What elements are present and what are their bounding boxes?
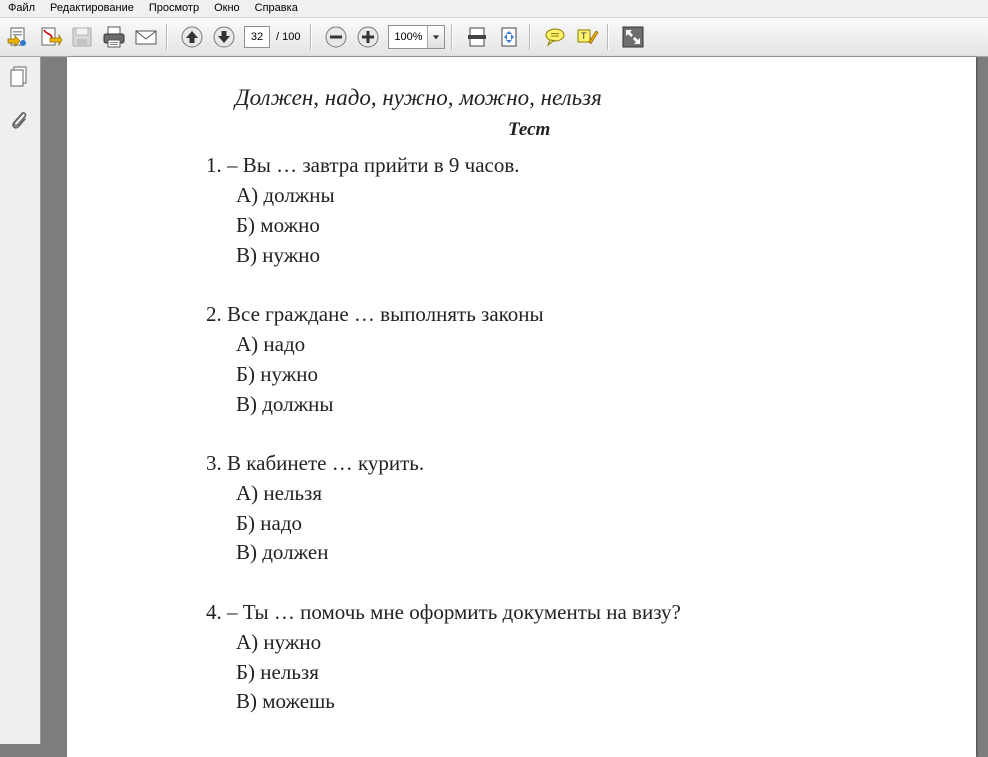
menu-edit[interactable]: Редактирование [42, 0, 141, 17]
fullscreen-icon [621, 25, 645, 49]
previous-page-button[interactable] [178, 23, 206, 51]
fullscreen-button[interactable] [619, 23, 647, 51]
document-subtitle: Тест [508, 119, 551, 140]
answer-option: А) нужно [236, 630, 322, 654]
export-button[interactable] [36, 23, 64, 51]
page-total: / 100 [276, 31, 301, 43]
answer-option: В) можешь [236, 689, 335, 713]
answer-option: А) надо [236, 332, 306, 356]
document-area[interactable]: Должен, надо, нужно, можно, нельзя Тест … [41, 57, 988, 757]
answer-option: В) должен [236, 540, 329, 564]
question-text: 2. Все граждане … выполнять законы [206, 302, 544, 326]
menu-bar: Файл Редактирование Просмотр Окно Справк… [0, 0, 988, 18]
page-number-input[interactable] [244, 26, 270, 48]
comment-button[interactable] [541, 23, 569, 51]
plus-icon [356, 25, 380, 49]
email-icon [134, 25, 158, 49]
next-page-button[interactable] [210, 23, 238, 51]
toolbar: / 100 100% T [0, 18, 988, 57]
toolbar-separator [166, 24, 168, 50]
answer-option: В) нужно [236, 243, 320, 267]
fit-width-icon [497, 25, 521, 49]
fit-width-button[interactable] [495, 23, 523, 51]
pages-panel-button[interactable] [8, 65, 30, 89]
zoom-value[interactable]: 100% [389, 31, 427, 43]
answer-option: Б) можно [236, 213, 320, 237]
document-title: Должен, надо, нужно, можно, нельзя [235, 85, 602, 110]
toolbar-separator [451, 24, 454, 50]
highlight-button[interactable]: T [573, 23, 601, 51]
attachments-panel-button[interactable] [8, 107, 30, 131]
fit-page-button[interactable] [463, 23, 491, 51]
svg-text:T: T [581, 31, 587, 41]
zoom-dropdown-button[interactable] [427, 26, 445, 48]
menu-file[interactable]: Файл [0, 0, 42, 17]
zoom-out-button[interactable] [322, 23, 350, 51]
answer-option: Б) нужно [236, 362, 319, 386]
arrow-down-icon [212, 25, 236, 49]
create-pdf-icon [6, 25, 30, 49]
minus-icon [324, 25, 348, 49]
comment-icon [543, 25, 567, 49]
save-button[interactable] [68, 23, 96, 51]
answer-option: Б) надо [236, 511, 303, 535]
create-pdf-button[interactable] [4, 23, 32, 51]
toolbar-separator [529, 24, 532, 50]
highlight-icon: T [575, 25, 599, 49]
menu-view[interactable]: Просмотр [141, 0, 206, 17]
print-button[interactable] [100, 23, 128, 51]
fit-page-icon [465, 25, 489, 49]
export-icon [38, 25, 62, 49]
toolbar-separator [607, 24, 610, 50]
navigation-panel [0, 57, 41, 744]
question-text: 3. В кабинете … курить. [206, 451, 425, 475]
pages-icon [8, 66, 30, 93]
zoom-in-button[interactable] [354, 23, 382, 51]
answer-option: В) должны [236, 392, 334, 416]
answer-option: А) должны [236, 183, 335, 207]
answer-option: Б) нельзя [236, 660, 319, 684]
question-text: 4. – Ты … помочь мне оформить документы … [206, 600, 681, 624]
save-icon [70, 25, 94, 49]
email-button[interactable] [132, 23, 160, 51]
menu-window[interactable]: Окно [206, 0, 247, 17]
menu-help[interactable]: Справка [247, 0, 305, 17]
arrow-up-icon [180, 25, 204, 49]
question-text: 1. – Вы … завтра прийти в 9 часов. [206, 153, 520, 177]
chevron-down-icon [433, 35, 440, 40]
toolbar-separator [310, 24, 313, 50]
paperclip-icon [8, 112, 30, 135]
print-icon [102, 25, 126, 49]
document-page: Должен, надо, нужно, можно, нельзя Тест … [67, 57, 976, 757]
answer-option: А) нельзя [236, 481, 322, 505]
zoom-select[interactable]: 100% [388, 25, 446, 49]
